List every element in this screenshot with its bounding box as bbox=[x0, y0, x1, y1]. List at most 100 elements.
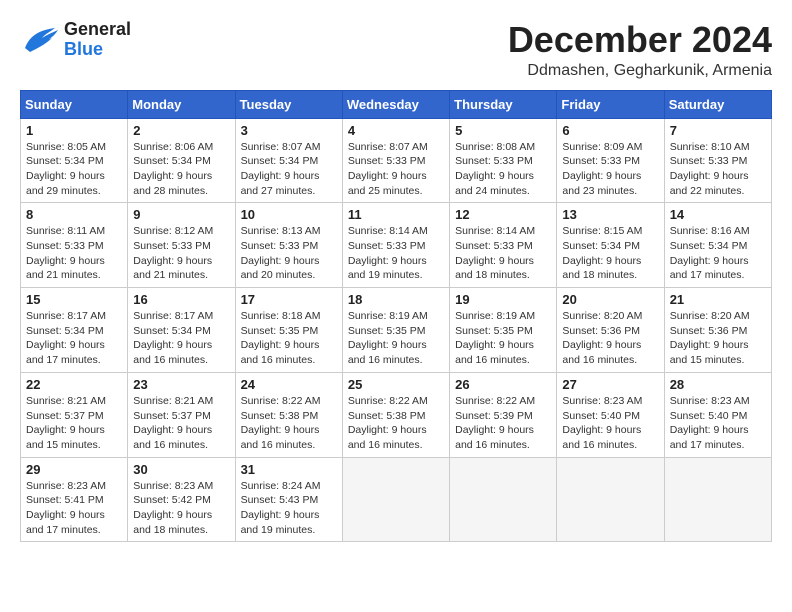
calendar-cell: 11Sunrise: 8:14 AM Sunset: 5:33 PM Dayli… bbox=[342, 203, 449, 288]
calendar-cell bbox=[557, 457, 664, 542]
day-info: Sunrise: 8:09 AM Sunset: 5:33 PM Dayligh… bbox=[562, 140, 658, 199]
day-info: Sunrise: 8:18 AM Sunset: 5:35 PM Dayligh… bbox=[241, 309, 337, 368]
calendar-day-header: Sunday bbox=[21, 90, 128, 118]
day-number: 21 bbox=[670, 292, 766, 307]
logo-icon bbox=[20, 20, 60, 60]
day-number: 29 bbox=[26, 462, 122, 477]
calendar-week-row: 29 Sunrise: 8:23 AM Sunset: 5:41 PM Dayli… bbox=[21, 457, 772, 542]
day-number: 10 bbox=[241, 207, 337, 222]
day-number: 4 bbox=[348, 123, 444, 138]
day-info: Sunrise: 8:23 AM Sunset: 5:40 PM Dayligh… bbox=[562, 394, 658, 453]
day-number: 3 bbox=[241, 123, 337, 138]
day-info: Sunrise: 8:17 AM Sunset: 5:34 PM Dayligh… bbox=[133, 309, 229, 368]
day-number: 26 bbox=[455, 377, 551, 392]
day-number: 7 bbox=[670, 123, 766, 138]
calendar-cell: 24Sunrise: 8:22 AM Sunset: 5:38 PM Dayli… bbox=[235, 372, 342, 457]
calendar-header-row: SundayMondayTuesdayWednesdayThursdayFrid… bbox=[21, 90, 772, 118]
page-header: General Blue December 2024 Ddmashen, Geg… bbox=[20, 20, 772, 80]
day-info: Sunrise: 8:07 AM Sunset: 5:34 PM Dayligh… bbox=[241, 140, 337, 199]
day-info: Sunrise: 8:11 AM Sunset: 5:33 PM Dayligh… bbox=[26, 224, 122, 283]
day-number: 6 bbox=[562, 123, 658, 138]
day-number: 11 bbox=[348, 207, 444, 222]
day-number: 17 bbox=[241, 292, 337, 307]
calendar-cell: 5Sunrise: 8:08 AM Sunset: 5:33 PM Daylig… bbox=[450, 118, 557, 203]
day-info: Sunrise: 8:14 AM Sunset: 5:33 PM Dayligh… bbox=[455, 224, 551, 283]
day-number: 1 bbox=[26, 123, 122, 138]
logo-blue-text: Blue bbox=[64, 40, 131, 60]
calendar-week-row: 8 Sunrise: 8:11 AM Sunset: 5:33 PM Daylig… bbox=[21, 203, 772, 288]
day-info: Sunrise: 8:23 AM Sunset: 5:40 PM Dayligh… bbox=[670, 394, 766, 453]
calendar-cell: 18Sunrise: 8:19 AM Sunset: 5:35 PM Dayli… bbox=[342, 288, 449, 373]
calendar-cell bbox=[342, 457, 449, 542]
day-number: 13 bbox=[562, 207, 658, 222]
day-info: Sunrise: 8:19 AM Sunset: 5:35 PM Dayligh… bbox=[455, 309, 551, 368]
day-info: Sunrise: 8:20 AM Sunset: 5:36 PM Dayligh… bbox=[670, 309, 766, 368]
day-number: 15 bbox=[26, 292, 122, 307]
day-number: 20 bbox=[562, 292, 658, 307]
day-info: Sunrise: 8:05 AM Sunset: 5:34 PM Dayligh… bbox=[26, 140, 122, 199]
calendar-cell: 28 Sunrise: 8:23 AM Sunset: 5:40 PM Dayli… bbox=[664, 372, 771, 457]
day-info: Sunrise: 8:23 AM Sunset: 5:41 PM Dayligh… bbox=[26, 479, 122, 538]
day-number: 9 bbox=[133, 207, 229, 222]
calendar-cell: 30 Sunrise: 8:23 AM Sunset: 5:42 PM Dayli… bbox=[128, 457, 235, 542]
calendar-cell: 13 Sunrise: 8:15 AM Sunset: 5:34 PM Dayli… bbox=[557, 203, 664, 288]
day-number: 28 bbox=[670, 377, 766, 392]
calendar-cell: 2 Sunrise: 8:06 AM Sunset: 5:34 PM Daylig… bbox=[128, 118, 235, 203]
day-number: 2 bbox=[133, 123, 229, 138]
day-info: Sunrise: 8:22 AM Sunset: 5:38 PM Dayligh… bbox=[348, 394, 444, 453]
day-number: 5 bbox=[455, 123, 551, 138]
calendar-cell: 8 Sunrise: 8:11 AM Sunset: 5:33 PM Daylig… bbox=[21, 203, 128, 288]
calendar-cell: 31 Sunrise: 8:24 AM Sunset: 5:43 PM Dayli… bbox=[235, 457, 342, 542]
logo-general-text: General bbox=[64, 20, 131, 40]
day-info: Sunrise: 8:15 AM Sunset: 5:34 PM Dayligh… bbox=[562, 224, 658, 283]
day-number: 23 bbox=[133, 377, 229, 392]
day-info: Sunrise: 8:22 AM Sunset: 5:38 PM Dayligh… bbox=[241, 394, 337, 453]
day-info: Sunrise: 8:21 AM Sunset: 5:37 PM Dayligh… bbox=[133, 394, 229, 453]
day-number: 31 bbox=[241, 462, 337, 477]
day-info: Sunrise: 8:23 AM Sunset: 5:42 PM Dayligh… bbox=[133, 479, 229, 538]
calendar-cell: 25 Sunrise: 8:22 AM Sunset: 5:38 PM Dayli… bbox=[342, 372, 449, 457]
day-number: 30 bbox=[133, 462, 229, 477]
day-info: Sunrise: 8:13 AM Sunset: 5:33 PM Dayligh… bbox=[241, 224, 337, 283]
day-info: Sunrise: 8:21 AM Sunset: 5:37 PM Dayligh… bbox=[26, 394, 122, 453]
title-section: December 2024 Ddmashen, Gegharkunik, Arm… bbox=[508, 20, 772, 80]
calendar-cell: 20 Sunrise: 8:20 AM Sunset: 5:36 PM Dayli… bbox=[557, 288, 664, 373]
logo: General Blue bbox=[20, 20, 131, 60]
day-info: Sunrise: 8:19 AM Sunset: 5:35 PM Dayligh… bbox=[348, 309, 444, 368]
day-info: Sunrise: 8:20 AM Sunset: 5:36 PM Dayligh… bbox=[562, 309, 658, 368]
calendar-cell: 16Sunrise: 8:17 AM Sunset: 5:34 PM Dayli… bbox=[128, 288, 235, 373]
calendar-cell: 7 Sunrise: 8:10 AM Sunset: 5:33 PM Daylig… bbox=[664, 118, 771, 203]
day-info: Sunrise: 8:17 AM Sunset: 5:34 PM Dayligh… bbox=[26, 309, 122, 368]
calendar-cell: 19Sunrise: 8:19 AM Sunset: 5:35 PM Dayli… bbox=[450, 288, 557, 373]
calendar-week-row: 22 Sunrise: 8:21 AM Sunset: 5:37 PM Dayli… bbox=[21, 372, 772, 457]
calendar-cell bbox=[664, 457, 771, 542]
day-info: Sunrise: 8:06 AM Sunset: 5:34 PM Dayligh… bbox=[133, 140, 229, 199]
calendar-cell: 1 Sunrise: 8:05 AM Sunset: 5:34 PM Daylig… bbox=[21, 118, 128, 203]
calendar-day-header: Wednesday bbox=[342, 90, 449, 118]
day-info: Sunrise: 8:24 AM Sunset: 5:43 PM Dayligh… bbox=[241, 479, 337, 538]
day-info: Sunrise: 8:07 AM Sunset: 5:33 PM Dayligh… bbox=[348, 140, 444, 199]
calendar-cell: 27Sunrise: 8:23 AM Sunset: 5:40 PM Dayli… bbox=[557, 372, 664, 457]
calendar-day-header: Tuesday bbox=[235, 90, 342, 118]
location-text: Ddmashen, Gegharkunik, Armenia bbox=[508, 62, 772, 80]
calendar-cell: 10 Sunrise: 8:13 AM Sunset: 5:33 PM Dayli… bbox=[235, 203, 342, 288]
calendar-day-header: Monday bbox=[128, 90, 235, 118]
day-number: 25 bbox=[348, 377, 444, 392]
calendar-cell: 23 Sunrise: 8:21 AM Sunset: 5:37 PM Dayli… bbox=[128, 372, 235, 457]
calendar-cell: 22 Sunrise: 8:21 AM Sunset: 5:37 PM Dayli… bbox=[21, 372, 128, 457]
calendar-cell: 15 Sunrise: 8:17 AM Sunset: 5:34 PM Dayli… bbox=[21, 288, 128, 373]
calendar-cell: 9 Sunrise: 8:12 AM Sunset: 5:33 PM Daylig… bbox=[128, 203, 235, 288]
day-info: Sunrise: 8:12 AM Sunset: 5:33 PM Dayligh… bbox=[133, 224, 229, 283]
calendar-cell: 12Sunrise: 8:14 AM Sunset: 5:33 PM Dayli… bbox=[450, 203, 557, 288]
day-info: Sunrise: 8:10 AM Sunset: 5:33 PM Dayligh… bbox=[670, 140, 766, 199]
calendar-cell: 3 Sunrise: 8:07 AM Sunset: 5:34 PM Daylig… bbox=[235, 118, 342, 203]
day-info: Sunrise: 8:22 AM Sunset: 5:39 PM Dayligh… bbox=[455, 394, 551, 453]
day-number: 22 bbox=[26, 377, 122, 392]
calendar-cell: 4 Sunrise: 8:07 AM Sunset: 5:33 PM Daylig… bbox=[342, 118, 449, 203]
calendar-cell: 6 Sunrise: 8:09 AM Sunset: 5:33 PM Daylig… bbox=[557, 118, 664, 203]
calendar-day-header: Friday bbox=[557, 90, 664, 118]
day-number: 8 bbox=[26, 207, 122, 222]
calendar-week-row: 1 Sunrise: 8:05 AM Sunset: 5:34 PM Daylig… bbox=[21, 118, 772, 203]
calendar-cell bbox=[450, 457, 557, 542]
calendar-cell: 14Sunrise: 8:16 AM Sunset: 5:34 PM Dayli… bbox=[664, 203, 771, 288]
